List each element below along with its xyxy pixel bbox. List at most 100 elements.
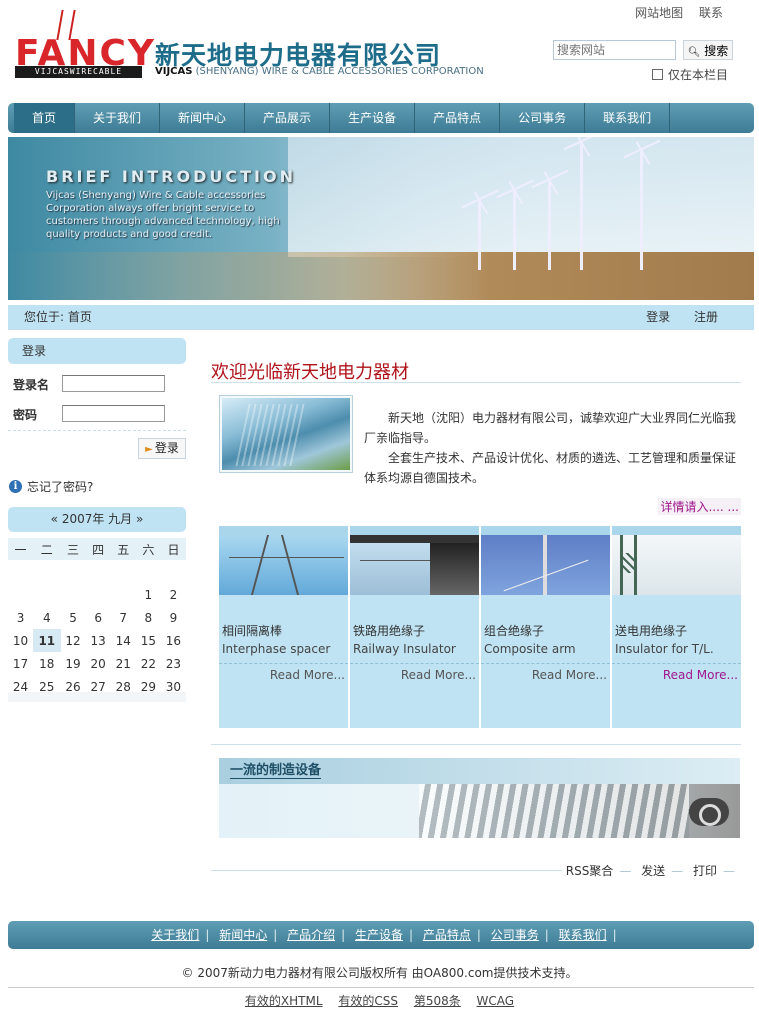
calendar-day[interactable]: 2: [161, 583, 186, 606]
calendar-day[interactable]: 21: [111, 652, 136, 675]
sitemap-link[interactable]: 网站地图: [635, 6, 683, 20]
valid-xhtml-link[interactable]: 有效的XHTML: [245, 994, 323, 1008]
calendar-day[interactable]: 4: [33, 606, 60, 629]
calendar-day[interactable]: 10: [8, 629, 33, 652]
footer-link-equipment[interactable]: 生产设备: [355, 928, 403, 942]
calendar-day[interactable]: 19: [61, 652, 86, 675]
calendar-empty-cell: [33, 560, 60, 583]
footer-link-products[interactable]: 产品介绍: [287, 928, 335, 942]
calendar-prev-button[interactable]: «: [51, 512, 58, 526]
product-card[interactable]: 送电用绝缘子 Insulator for T/L. Read More...: [612, 526, 741, 728]
logo[interactable]: FANCY VIJCASWIRECABLE: [15, 10, 154, 80]
calendar-day[interactable]: 12: [61, 629, 86, 652]
footer-link-affairs[interactable]: 公司事务: [491, 928, 539, 942]
username-field[interactable]: [62, 375, 165, 392]
search-button[interactable]: 🔍︎ 搜索: [683, 40, 733, 60]
product-card[interactable]: 相间隔离棒 Interphase spacer Read More...: [219, 526, 348, 728]
calendar-day[interactable]: 6: [86, 606, 111, 629]
nav-products[interactable]: 产品展示: [245, 103, 331, 133]
details-link[interactable]: 详情请入.... ...: [658, 498, 741, 515]
product-card[interactable]: 铁路用绝缘子 Railway Insulator Read More...: [350, 526, 479, 728]
product-name-en: Composite arm: [484, 642, 576, 656]
footer-link-contact[interactable]: 联系我们: [559, 928, 607, 942]
info-icon: i: [9, 480, 22, 493]
product-image: [612, 535, 741, 595]
weekday-header: 二: [33, 538, 61, 560]
read-more-link[interactable]: Read More...: [270, 668, 345, 682]
calendar-day[interactable]: 1: [136, 583, 161, 606]
calendar-week: 3456789: [8, 606, 186, 629]
calendar-day[interactable]: 16: [161, 629, 186, 652]
calendar-empty-cell: [136, 560, 161, 583]
footer-link-news[interactable]: 新闻中心: [219, 928, 267, 942]
calendar-day[interactable]: 23: [161, 652, 186, 675]
weekday-header: 一: [8, 538, 34, 560]
calendar-week: 17 18 19 20 21 22 23: [8, 652, 186, 675]
calendar-day[interactable]: 17: [8, 652, 33, 675]
breadcrumb-home[interactable]: 首页: [68, 310, 92, 324]
nav-news[interactable]: 新闻中心: [160, 103, 246, 133]
product-name-en: Railway Insulator: [353, 642, 456, 656]
print-link[interactable]: 打印: [693, 864, 717, 878]
footer-link-about[interactable]: 关于我们: [151, 928, 199, 942]
product-name-cn: 组合绝缘子: [484, 624, 545, 638]
read-more-link[interactable]: Read More...: [401, 668, 476, 682]
username-label: 登录名: [13, 378, 50, 392]
calendar-day[interactable]: 11: [33, 629, 61, 652]
footer-link-features[interactable]: 产品特点: [423, 928, 471, 942]
intro-text: 新天地（沈阳）电力器材有限公司，诚挚欢迎广大业界同仁光临我厂亲临指导。 全套生产…: [364, 408, 740, 488]
calendar-day[interactable]: 15: [136, 629, 161, 652]
login-link[interactable]: 登录: [646, 310, 670, 324]
divider: [211, 744, 741, 745]
valid-css-link[interactable]: 有效的CSS: [338, 994, 398, 1008]
equipment-title[interactable]: 一流的制造设备: [219, 758, 740, 784]
calendar-day[interactable]: 9: [161, 606, 186, 629]
register-link[interactable]: 注册: [694, 310, 718, 324]
only-this-column-option[interactable]: 仅在本栏目: [652, 66, 728, 83]
password-field[interactable]: [62, 405, 165, 422]
forgot-password-link[interactable]: i 忘记了密码?: [9, 478, 93, 495]
only-this-column-checkbox[interactable]: [652, 69, 663, 80]
divider: [612, 663, 741, 664]
calendar-day[interactable]: 3: [8, 606, 33, 629]
calendar-week: 12: [8, 583, 186, 606]
read-more-link[interactable]: Read More...: [663, 668, 738, 682]
password-label: 密码: [13, 408, 38, 422]
calendar-day[interactable]: 5: [61, 606, 86, 629]
breadcrumb: 您位于: 首页: [24, 310, 92, 324]
nav-contact[interactable]: 联系我们: [585, 103, 671, 133]
calendar-day[interactable]: 13: [86, 629, 111, 652]
calendar-day[interactable]: 7: [111, 606, 136, 629]
weekday-header: 六: [135, 538, 161, 560]
calendar-day[interactable]: 18: [33, 652, 60, 675]
logo-strip: VIJCASWIRECABLE: [15, 66, 142, 78]
login-button[interactable]: ► 登录: [138, 438, 186, 459]
calendar-day[interactable]: 14: [111, 629, 136, 652]
divider: [211, 382, 741, 383]
calendar-empty-cell: [86, 583, 111, 606]
search-input[interactable]: [553, 40, 676, 60]
product-card[interactable]: 组合绝缘子 Composite arm Read More...: [481, 526, 610, 728]
calendar-day[interactable]: 20: [86, 652, 111, 675]
calendar-empty-cell: [86, 560, 111, 583]
calendar-empty-cell: [111, 583, 136, 606]
calendar-next-button[interactable]: »: [136, 512, 143, 526]
nav-equipment[interactable]: 生产设备: [330, 103, 416, 133]
nav-affairs[interactable]: 公司事务: [500, 103, 586, 133]
company-name-en: VIJCAS (SHENYANG) WIRE & CABLE ACCESSORI…: [155, 66, 484, 77]
send-link[interactable]: 发送: [641, 864, 665, 878]
section508-link[interactable]: 第508条: [414, 994, 461, 1008]
calendar-day[interactable]: 8: [136, 606, 161, 629]
read-more-link[interactable]: Read More...: [532, 668, 607, 682]
calendar-empty-cell: [61, 560, 86, 583]
wcag-link[interactable]: WCAG: [477, 994, 515, 1008]
divider: [219, 663, 348, 664]
nav-features[interactable]: 产品特点: [415, 103, 501, 133]
calendar-day[interactable]: 22: [136, 652, 161, 675]
contact-link[interactable]: 联系: [699, 6, 723, 20]
rss-link[interactable]: RSS聚合: [566, 864, 614, 878]
banner-sky: [288, 137, 754, 257]
nav-about[interactable]: 关于我们: [75, 103, 161, 133]
nav-home[interactable]: 首页: [14, 103, 76, 133]
product-name-cn: 送电用绝缘子: [615, 624, 688, 638]
